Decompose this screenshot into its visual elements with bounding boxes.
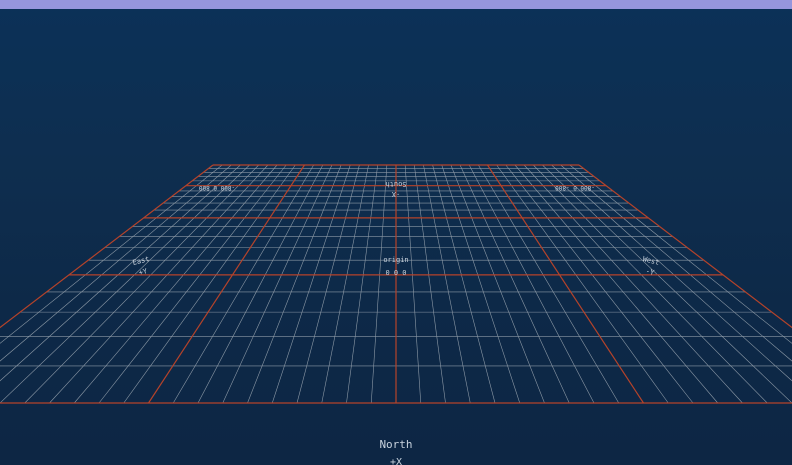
grid-minor-line xyxy=(468,164,595,404)
grid-minor-line xyxy=(222,164,333,404)
grid-minor-line xyxy=(24,164,259,404)
south-axis-label: -X xyxy=(391,190,400,198)
grid-minor-line xyxy=(247,164,342,404)
grid-minor-line xyxy=(370,164,388,404)
grid-minor-line xyxy=(560,164,792,362)
north-label: North xyxy=(379,438,412,451)
grid-minor-line xyxy=(505,164,694,404)
grid-minor-line xyxy=(123,164,296,404)
grid-minor-line xyxy=(321,164,369,404)
grid-minor-line xyxy=(459,164,570,404)
ground-grid-scene[interactable]: South -X -800 0 800 -800 0 -800 origin 0… xyxy=(0,0,792,465)
grid-minor-line xyxy=(197,164,324,404)
grid-minor-line xyxy=(271,164,351,404)
east-label: East xyxy=(132,255,150,267)
grid-major-line xyxy=(147,164,306,404)
grid-minor-line xyxy=(441,164,521,404)
west-label: West xyxy=(642,255,660,267)
grid-minor-line xyxy=(523,164,743,404)
grid-minor-line xyxy=(0,164,241,382)
grid-minor-line xyxy=(542,164,792,404)
west-axis-label: -Y xyxy=(645,267,656,277)
grid-minor-line xyxy=(496,164,669,404)
grid-major-line xyxy=(486,164,645,404)
grid-minor-line xyxy=(404,164,422,404)
grid-minor-line xyxy=(296,164,360,404)
grid-minor-line xyxy=(74,164,278,404)
grid-minor-line xyxy=(98,164,287,404)
grid-minor-line xyxy=(49,164,269,404)
grid-minor-line xyxy=(450,164,545,404)
grid-minor-line xyxy=(423,164,471,404)
grid-minor-line xyxy=(172,164,314,404)
viewport-3d[interactable]: South -X -800 0 800 -800 0 -800 origin 0… xyxy=(0,0,792,465)
grid-minor-line xyxy=(432,164,496,404)
grid-major-line xyxy=(0,164,214,329)
origin-label: origin xyxy=(383,256,408,264)
corner-label-left: -800 0 800 xyxy=(199,184,236,191)
corner-label-right: -800 0 -800 xyxy=(555,184,595,191)
grid-major-lines xyxy=(0,164,792,404)
north-axis-label: +X xyxy=(390,457,402,465)
grid-minor-line xyxy=(478,164,620,404)
grid-major-line xyxy=(578,164,792,329)
grid-minor-line xyxy=(346,164,378,404)
grid-minor-line xyxy=(0,164,250,404)
grid-minor-line xyxy=(533,164,768,404)
origin-coords-label: 0 0 0 xyxy=(385,269,406,277)
south-label: South xyxy=(385,180,406,188)
grid-minor-line xyxy=(514,164,718,404)
grid-minor-line xyxy=(551,164,792,382)
grid-minor-line xyxy=(0,164,232,362)
grid-minor-line xyxy=(414,164,446,404)
